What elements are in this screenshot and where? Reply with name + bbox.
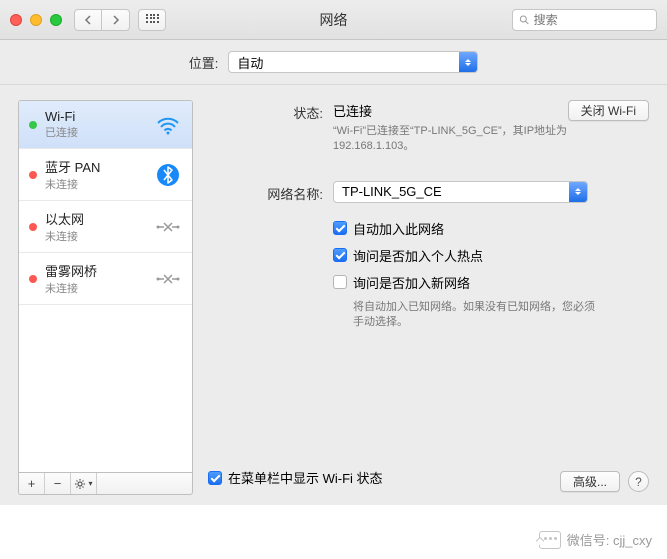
watermark-text: 微信号: cjj_cxy — [567, 530, 652, 549]
network-name-select[interactable]: TP-LINK_5G_CE — [333, 181, 588, 203]
advanced-button[interactable]: 高级... — [560, 471, 620, 492]
details-footer: 在菜单栏中显示 Wi-Fi 状态 高级... ? — [208, 458, 649, 495]
interface-status: 未连接 — [45, 280, 154, 296]
ask-hotspot-checkbox-row[interactable]: 询问是否加入个人热点 — [333, 246, 649, 265]
chevron-right-icon — [112, 15, 120, 25]
titlebar: 网络 — [0, 0, 667, 40]
window-title: 网络 — [320, 10, 348, 30]
forward-button[interactable] — [102, 9, 130, 31]
status-description: “Wi-Fi”已连接至“TP-LINK_5G_CE”，其IP地址为192.168… — [333, 124, 603, 155]
gear-icon — [74, 478, 86, 490]
ask-new-hint: 将自动加入已知网络。如果没有已知网络，您必须手动选择。 — [353, 300, 603, 331]
remove-interface-button[interactable]: − — [45, 473, 71, 494]
back-button[interactable] — [74, 9, 102, 31]
location-row: 位置: 自动 — [0, 40, 667, 85]
search-input[interactable] — [534, 13, 650, 27]
window-controls — [10, 14, 62, 26]
location-select[interactable]: 自动 — [228, 51, 478, 73]
interface-list: Wi-Fi 已连接 蓝牙 PAN 未连接 — [18, 100, 193, 473]
wifi-icon — [154, 111, 182, 139]
menubar-label: 在菜单栏中显示 Wi-Fi 状态 — [228, 468, 383, 487]
checkbox-icon — [208, 471, 222, 485]
status-dot-icon — [29, 121, 37, 129]
ask-hotspot-label: 询问是否加入个人热点 — [353, 246, 483, 265]
sidebar-item-ethernet[interactable]: 以太网 未连接 — [19, 201, 192, 253]
sidebar-item-thunderbolt[interactable]: 雷雾网桥 未连接 — [19, 253, 192, 305]
interface-status: 未连接 — [45, 176, 154, 192]
interface-name: 雷雾网桥 — [45, 261, 154, 280]
main-panel: Wi-Fi 已连接 蓝牙 PAN 未连接 — [0, 85, 667, 505]
search-icon — [519, 14, 530, 26]
minimize-button[interactable] — [30, 14, 42, 26]
auto-join-label: 自动加入此网络 — [353, 219, 444, 238]
wechat-icon — [539, 531, 561, 549]
network-name-label: 网络名称: — [208, 181, 333, 203]
search-field[interactable] — [512, 9, 657, 31]
ask-new-checkbox-row[interactable]: 询问是否加入新网络 — [333, 273, 649, 292]
sidebar-item-bluetooth[interactable]: 蓝牙 PAN 未连接 — [19, 149, 192, 201]
status-dot-icon — [29, 223, 37, 231]
checkbox-icon — [333, 221, 347, 235]
details-panel: 状态: 已连接 关闭 Wi-Fi “Wi-Fi”已连接至“TP-LINK_5G_… — [208, 100, 649, 495]
checkbox-icon — [333, 275, 347, 289]
status-dot-icon — [29, 275, 37, 283]
interface-name: Wi-Fi — [45, 109, 154, 124]
maximize-button[interactable] — [50, 14, 62, 26]
checkbox-icon — [333, 248, 347, 262]
interface-name: 蓝牙 PAN — [45, 157, 154, 176]
interface-actions-button[interactable] — [71, 473, 97, 494]
status-label: 状态: — [208, 100, 333, 155]
select-arrow-icon — [459, 52, 477, 72]
close-button[interactable] — [10, 14, 22, 26]
chevron-left-icon — [84, 15, 92, 25]
menubar-checkbox-row[interactable]: 在菜单栏中显示 Wi-Fi 状态 — [208, 468, 560, 487]
thunderbolt-bridge-icon — [154, 265, 182, 293]
auto-join-checkbox-row[interactable]: 自动加入此网络 — [333, 219, 649, 238]
bluetooth-icon — [154, 161, 182, 189]
add-interface-button[interactable]: + — [19, 473, 45, 494]
location-value: 自动 — [237, 53, 263, 72]
status-value: 已连接 — [333, 101, 372, 120]
network-name-value: TP-LINK_5G_CE — [342, 184, 442, 199]
sidebar-container: Wi-Fi 已连接 蓝牙 PAN 未连接 — [18, 100, 193, 495]
interface-name: 以太网 — [45, 209, 154, 228]
sidebar-item-wifi[interactable]: Wi-Fi 已连接 — [19, 101, 192, 149]
wifi-toggle-button[interactable]: 关闭 Wi-Fi — [568, 100, 649, 121]
help-button[interactable]: ? — [628, 471, 649, 492]
interface-status: 未连接 — [45, 228, 154, 244]
grid-icon — [146, 14, 158, 26]
nav-buttons — [74, 9, 130, 31]
interface-status: 已连接 — [45, 124, 154, 140]
ethernet-icon — [154, 213, 182, 241]
sidebar-toolbar: + − — [18, 473, 193, 495]
show-all-button[interactable] — [138, 9, 166, 31]
status-dot-icon — [29, 171, 37, 179]
ask-new-label: 询问是否加入新网络 — [353, 273, 470, 292]
location-label: 位置: — [189, 53, 219, 72]
select-arrow-icon — [569, 182, 587, 202]
watermark: 微信号: cjj_cxy — [539, 530, 652, 549]
